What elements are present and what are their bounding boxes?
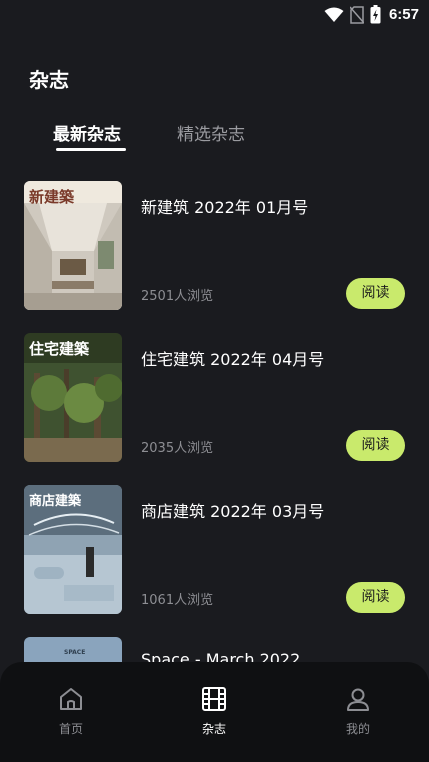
nav-item-profile[interactable]: 我的: [318, 686, 398, 737]
status-icons: 6:57: [324, 5, 419, 24]
wifi-icon: [324, 7, 344, 22]
magazine-cover[interactable]: 商店建築: [24, 485, 122, 614]
view-count: 1061人浏览: [141, 593, 214, 608]
tab-bar: 最新杂志 精选杂志: [0, 120, 429, 156]
read-button[interactable]: 阅读: [346, 278, 405, 309]
no-sim-icon: [349, 5, 364, 24]
read-button[interactable]: 阅读: [346, 430, 405, 461]
cover-title-text: 商店建築: [29, 494, 82, 509]
status-bar: 6:57: [0, 0, 429, 30]
tab-featured-magazines[interactable]: 精选杂志: [177, 120, 245, 145]
tab-latest-magazines[interactable]: 最新杂志: [53, 120, 121, 145]
film-icon: [202, 687, 226, 711]
cover-title-text: 住宅建築: [29, 340, 90, 358]
bottom-nav: 首页 杂志 我的: [0, 662, 429, 762]
magazine-cover[interactable]: 住宅建築: [24, 333, 122, 462]
user-icon: [347, 688, 369, 711]
magazine-item[interactable]: 新建築 新建筑 2022年 01月号 2501人浏览 阅读: [0, 181, 429, 311]
status-time: 6:57: [388, 6, 419, 23]
magazine-item[interactable]: 商店建築 商店建筑 2022年 03月号 1061人浏览 阅读: [0, 485, 429, 615]
magazine-title: 新建筑 2022年 01月号: [141, 198, 309, 217]
active-tab-indicator: [56, 148, 126, 151]
view-count: 2501人浏览: [141, 289, 214, 304]
magazine-title: 商店建筑 2022年 03月号: [141, 502, 325, 521]
nav-label-home: 首页: [58, 722, 83, 736]
read-button[interactable]: 阅读: [346, 582, 405, 613]
magazine-cover[interactable]: 新建築: [24, 181, 122, 310]
cover-title-text: 新建築: [29, 188, 75, 206]
battery-charging-icon: [370, 5, 381, 24]
home-icon: [60, 688, 82, 710]
magazine-title: 住宅建筑 2022年 04月号: [141, 350, 325, 369]
nav-label-magazines: 杂志: [201, 722, 226, 736]
screen: 6:57 杂志 最新杂志 精选杂志 新建築 新建筑 2022年 01月号 250…: [0, 0, 429, 762]
nav-item-home[interactable]: 首页: [31, 686, 111, 737]
nav-label-profile: 我的: [345, 722, 370, 736]
nav-item-magazines[interactable]: 杂志: [174, 686, 254, 737]
magazine-item[interactable]: 住宅建築 住宅建筑 2022年 04月号 2035人浏览 阅读: [0, 333, 429, 463]
page-title: 杂志: [29, 68, 69, 92]
cover-title-text: SPACE: [64, 649, 86, 656]
view-count: 2035人浏览: [141, 441, 214, 456]
